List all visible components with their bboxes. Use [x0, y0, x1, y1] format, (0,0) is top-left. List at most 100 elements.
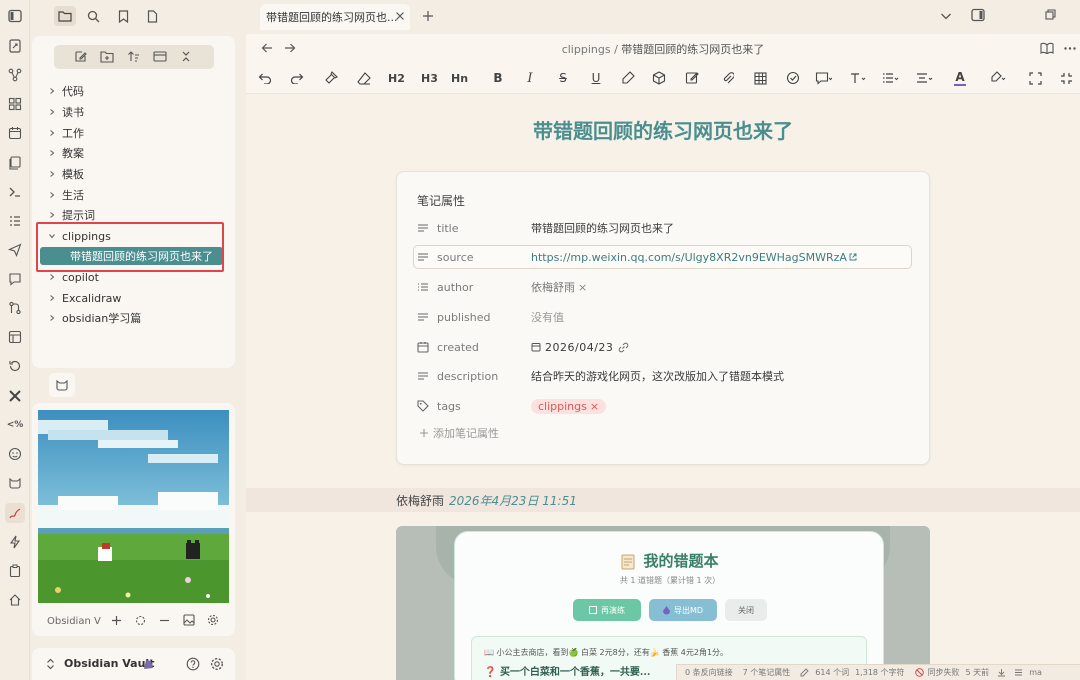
cube-icon[interactable]	[651, 70, 667, 86]
underline-button[interactable]: U	[588, 70, 604, 86]
attachment-icon[interactable]	[720, 70, 736, 86]
graph-view-icon[interactable]	[7, 67, 23, 83]
tree-folder[interactable]: 提示词	[48, 206, 95, 224]
property-value-title[interactable]: 带错题回顾的练习网页也来了	[531, 220, 674, 236]
tab-active-note[interactable]: 带错题回顾的练习网页也...	[260, 4, 410, 30]
date-picker-icon[interactable]	[531, 342, 541, 352]
property-published[interactable]: published 没有值	[417, 307, 564, 327]
tree-folder[interactable]: 模板	[48, 165, 84, 183]
more-options-icon[interactable]	[1064, 47, 1076, 50]
font-color-button[interactable]: A	[952, 70, 968, 86]
tree-folder[interactable]: 生活	[48, 186, 84, 204]
breadcrumb-file[interactable]: 带错题回顾的练习网页也来了	[621, 43, 764, 56]
minus-icon[interactable]	[159, 615, 170, 626]
remove-author-button[interactable]: ×	[578, 281, 587, 294]
highlighter-icon[interactable]	[989, 70, 1007, 86]
tree-folder[interactable]: obsidian学习篇	[48, 309, 141, 327]
edit-box-icon[interactable]	[684, 70, 700, 86]
exit-fullscreen-icon[interactable]	[1058, 70, 1074, 86]
cat-icon[interactable]	[7, 475, 23, 491]
sync-failed-icon[interactable]	[914, 668, 924, 677]
templates-icon[interactable]	[7, 155, 23, 171]
property-tags[interactable]: tags clippings ×	[417, 396, 607, 416]
settings-lines-icon[interactable]	[1014, 668, 1023, 677]
history-icon[interactable]	[7, 358, 23, 374]
strikethrough-button[interactable]: S	[555, 70, 571, 86]
export-md-button[interactable]: 导出MD	[649, 599, 717, 621]
property-value-published[interactable]: 没有值	[531, 309, 564, 325]
note-title[interactable]: 带错题回顾的练习网页也来了	[246, 115, 1080, 144]
remove-tag-button[interactable]: ×	[590, 400, 599, 413]
calendar-icon[interactable]	[7, 125, 23, 141]
download-icon[interactable]	[997, 668, 1006, 677]
settings-cog-icon[interactable]	[207, 614, 219, 626]
close-button[interactable]: 关闭	[725, 599, 767, 621]
tree-folder[interactable]: 工作	[48, 124, 84, 142]
help-icon[interactable]	[186, 657, 200, 671]
send-icon[interactable]	[7, 242, 23, 258]
right-sidebar-toggle-icon[interactable]	[971, 8, 985, 22]
eraser-icon[interactable]	[356, 70, 372, 86]
loading-icon[interactable]	[135, 615, 146, 626]
hn-button[interactable]: Hn	[451, 70, 468, 86]
property-value-created[interactable]: 2026/04/23	[545, 341, 613, 354]
add-property-button[interactable]: 添加笔记属性	[419, 425, 499, 441]
backlinks-count[interactable]: 0 条反向链接	[685, 667, 733, 678]
file-icon[interactable]	[143, 7, 161, 25]
image-icon[interactable]	[183, 614, 195, 626]
link-icon[interactable]	[618, 342, 629, 353]
search-icon[interactable]	[84, 7, 102, 25]
layout-icon[interactable]	[7, 329, 23, 345]
property-count[interactable]: 7 个笔记属性	[743, 667, 791, 678]
format-painter-icon[interactable]	[323, 70, 339, 86]
checklist-icon[interactable]	[785, 70, 801, 86]
vault-switcher[interactable]: Obsidian Vault	[32, 648, 235, 680]
tree-folder[interactable]: 代码	[48, 82, 84, 100]
list-icon[interactable]	[882, 70, 900, 86]
gear-icon[interactable]	[210, 657, 224, 671]
face-icon[interactable]	[7, 446, 23, 462]
h2-button[interactable]: H2	[388, 70, 405, 86]
undo-icon[interactable]	[257, 70, 273, 86]
tree-folder[interactable]: 读书	[48, 103, 84, 121]
tag-pill[interactable]: clippings ×	[531, 398, 607, 414]
property-description[interactable]: description 结合昨天的游戏化网页，这次改版加入了错题本模式	[417, 366, 784, 386]
property-author[interactable]: author 依梅舒雨 ×	[417, 277, 587, 297]
close-tab-icon[interactable]	[395, 11, 405, 21]
property-title[interactable]: title 带错题回顾的练习网页也来了	[417, 218, 674, 238]
terminal-icon[interactable]	[7, 184, 23, 200]
bold-button[interactable]: B	[490, 70, 506, 86]
new-tab-icon[interactable]	[422, 10, 434, 22]
sidebar-toggle-icon[interactable]	[7, 8, 23, 24]
fullscreen-icon[interactable]	[1027, 70, 1043, 86]
open-quick-switcher-icon[interactable]	[7, 38, 23, 54]
percent-icon[interactable]: <%	[7, 417, 24, 433]
property-value-author[interactable]: 依梅舒雨	[531, 279, 575, 295]
home-icon[interactable]	[7, 592, 23, 608]
bookmark-icon[interactable]	[114, 7, 132, 25]
tools-icon[interactable]	[7, 388, 23, 404]
external-link-icon[interactable]	[849, 253, 857, 261]
cat-tab-icon[interactable]	[49, 373, 75, 397]
lightning-icon[interactable]	[7, 534, 23, 550]
property-value-description[interactable]: 结合昨天的游戏化网页，这次改版加入了错题本模式	[531, 368, 784, 384]
tree-folder[interactable]: Excalidraw	[48, 289, 121, 307]
folder-icon[interactable]	[54, 6, 76, 26]
chat-icon[interactable]	[7, 271, 23, 287]
canvas-icon[interactable]	[7, 96, 23, 112]
comment-icon[interactable]	[815, 70, 832, 86]
property-source[interactable]: source https://mp.weixin.qq.com/s/Ulgy8X…	[417, 247, 857, 267]
pen-icon[interactable]	[800, 668, 809, 677]
table-icon[interactable]	[752, 70, 768, 86]
clipboard-icon[interactable]	[7, 563, 23, 579]
tab-list-chevron-down-icon[interactable]	[940, 11, 952, 21]
property-value-source[interactable]: https://mp.weixin.qq.com/s/Ulgy8XR2vn9EW…	[531, 251, 847, 264]
tree-file-selected[interactable]: 带错题回顾的练习网页也来了	[40, 247, 223, 265]
redo-icon[interactable]	[289, 70, 305, 86]
retry-button[interactable]: 再演练	[573, 599, 641, 621]
restore-window-icon[interactable]	[1045, 9, 1056, 20]
draw-icon[interactable]	[5, 503, 25, 523]
plus-icon[interactable]	[111, 615, 122, 626]
breadcrumb-folder[interactable]: clippings	[562, 43, 611, 56]
property-created[interactable]: created 2026/04/23	[417, 337, 629, 357]
